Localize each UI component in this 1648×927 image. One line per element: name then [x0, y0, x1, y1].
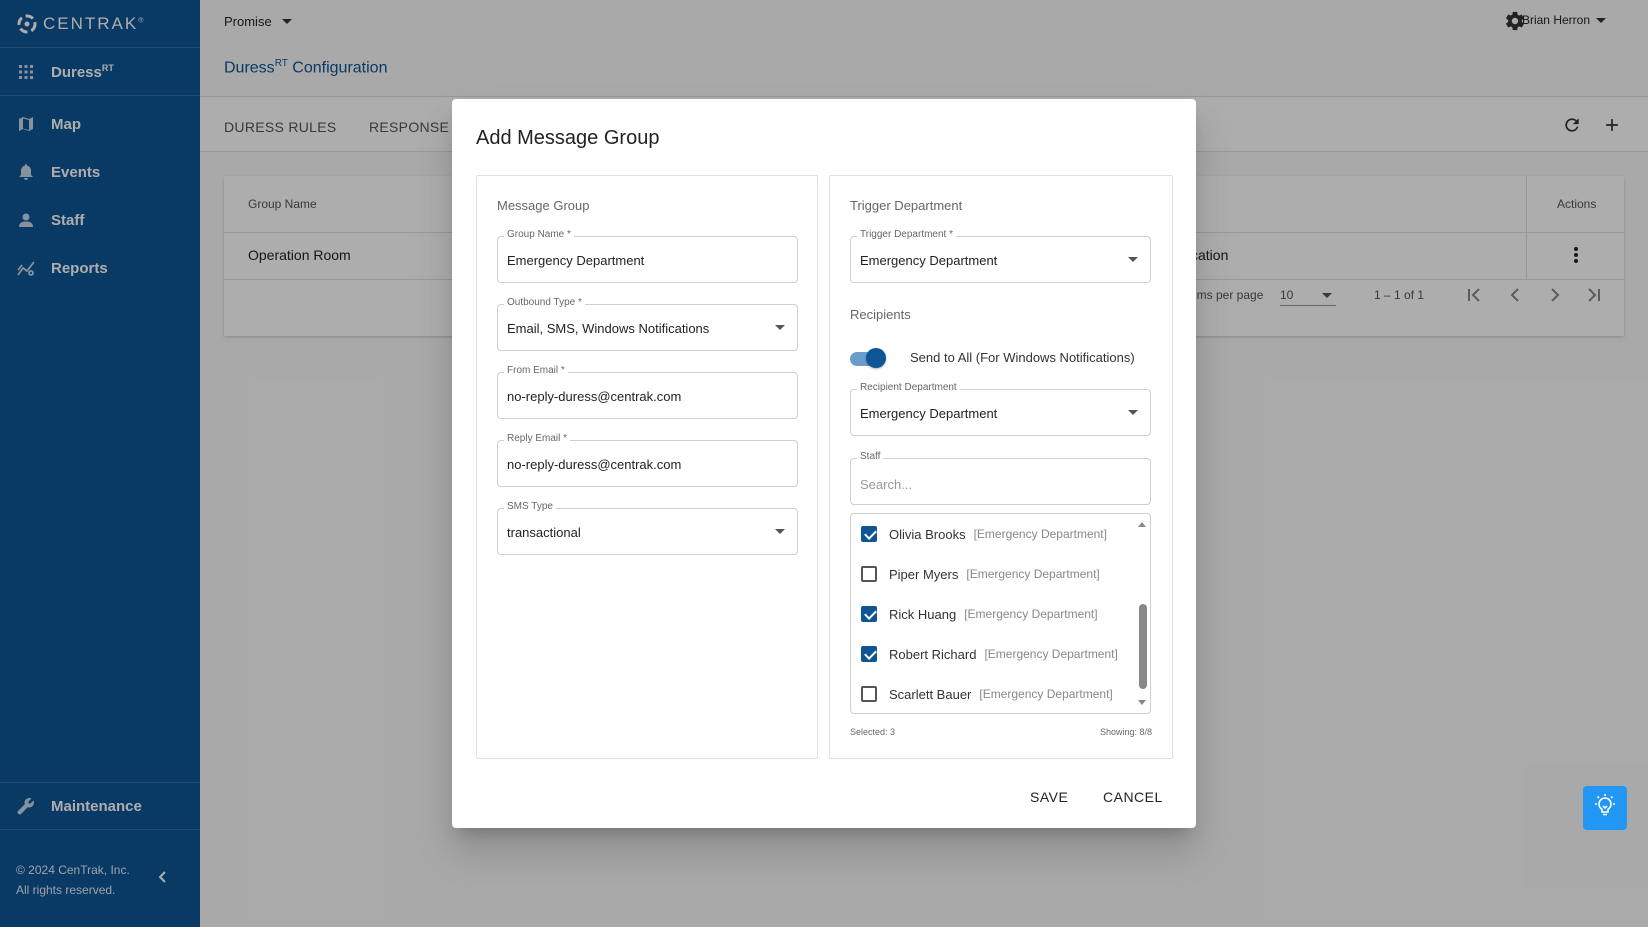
lightbulb-icon — [1592, 793, 1618, 824]
save-button[interactable]: SAVE — [1022, 785, 1076, 809]
list-item[interactable]: Rick Huang [Emergency Department] — [861, 594, 1098, 634]
staff-list[interactable]: Olivia Brooks [Emergency Department] Pip… — [850, 513, 1151, 714]
sms-type-select[interactable]: SMS Type transactional — [497, 501, 798, 555]
chevron-down-icon — [775, 529, 785, 534]
list-item[interactable]: Olivia Brooks [Emergency Department] — [861, 514, 1107, 554]
reply-email-field[interactable]: Reply Email * no-reply-duress@centrak.co… — [497, 433, 798, 487]
help-button[interactable] — [1583, 786, 1627, 830]
trigger-department-select[interactable]: Trigger Department * Emergency Departmen… — [850, 229, 1151, 283]
chevron-down-icon — [1128, 257, 1138, 262]
panel-heading: Trigger Department — [850, 198, 963, 213]
panel-heading: Message Group — [497, 198, 590, 213]
scroll-down-arrow-icon[interactable] — [1138, 700, 1146, 705]
scroll-up-arrow-icon[interactable] — [1138, 522, 1146, 527]
trigger-department-panel: Trigger Department Trigger Department * … — [829, 175, 1173, 759]
recipients-heading: Recipients — [850, 307, 911, 322]
from-email-field[interactable]: From Email * no-reply-duress@centrak.com — [497, 365, 798, 419]
checkbox[interactable] — [861, 606, 877, 622]
staff-search-input[interactable]: Staff Search... — [850, 451, 1151, 505]
chevron-down-icon — [1128, 410, 1138, 415]
outbound-type-select[interactable]: Outbound Type * Email, SMS, Windows Noti… — [497, 297, 798, 351]
list-item[interactable]: Scarlett Bauer [Emergency Department] — [861, 674, 1113, 713]
checkbox[interactable] — [861, 686, 877, 702]
message-group-panel: Message Group Group Name * Emergency Dep… — [476, 175, 818, 759]
send-to-all-label: Send to All (For Windows Notifications) — [910, 350, 1135, 365]
scrollbar-thumb[interactable] — [1139, 604, 1147, 689]
checkbox[interactable] — [861, 566, 877, 582]
cancel-button[interactable]: CANCEL — [1095, 785, 1171, 809]
recipient-department-select[interactable]: Recipient Department Emergency Departmen… — [850, 382, 1151, 436]
list-item[interactable]: Piper Myers [Emergency Department] — [861, 554, 1100, 594]
chevron-down-icon — [775, 325, 785, 330]
checkbox[interactable] — [861, 646, 877, 662]
dialog-title: Add Message Group — [476, 127, 660, 149]
group-name-field[interactable]: Group Name * Emergency Department — [497, 229, 798, 283]
showing-count: Showing: 8/8 — [1099, 727, 1152, 737]
selected-count: Selected: 3 — [850, 727, 896, 737]
add-message-group-dialog: Add Message Group Message Group Group Na… — [452, 99, 1196, 828]
send-to-all-toggle[interactable] — [850, 348, 886, 368]
checkbox[interactable] — [861, 526, 877, 542]
list-item[interactable]: Robert Richard [Emergency Department] — [861, 634, 1118, 674]
